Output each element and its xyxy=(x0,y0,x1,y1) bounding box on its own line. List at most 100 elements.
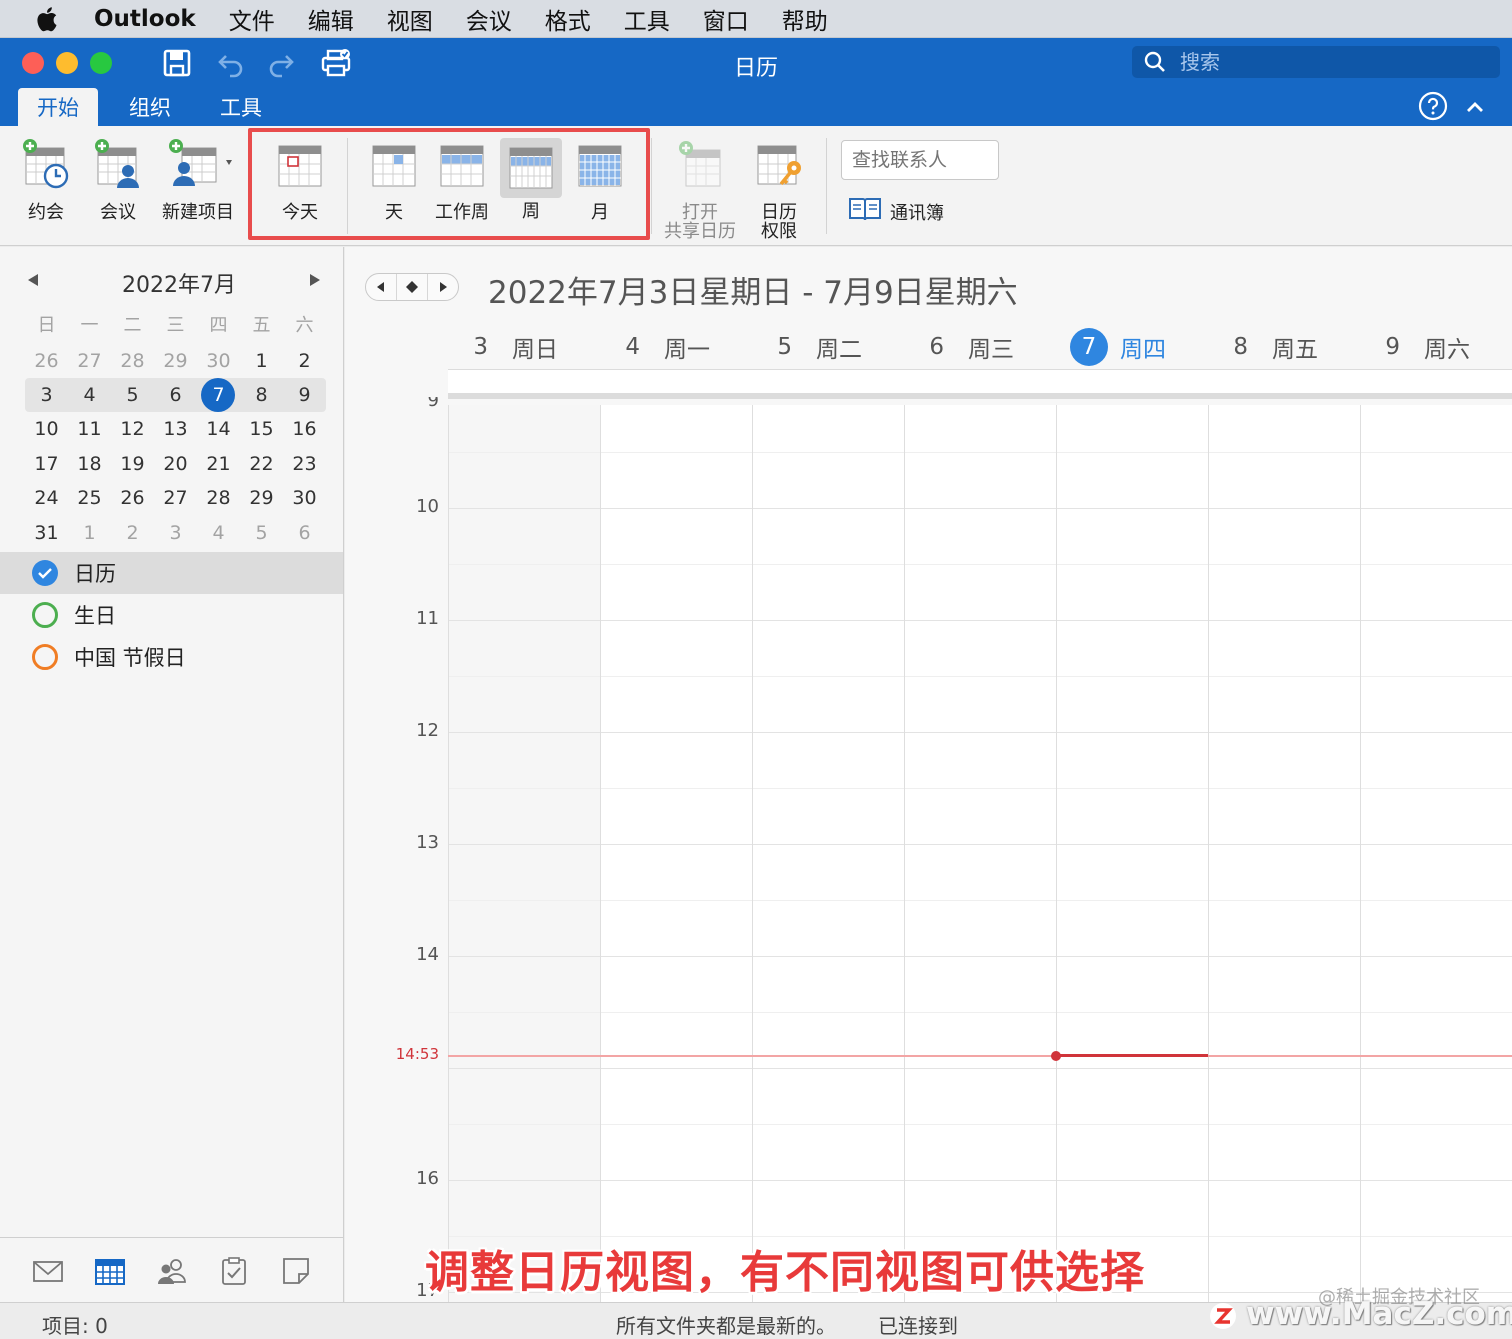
day-header[interactable]: 5 周二 xyxy=(752,325,904,369)
menu-file[interactable]: 文件 xyxy=(229,2,275,36)
mini-calendar-day[interactable]: 5 xyxy=(240,516,283,550)
menu-meeting[interactable]: 会议 xyxy=(466,2,512,36)
menu-view[interactable]: 视图 xyxy=(387,2,433,36)
new-appointment-button[interactable]: 约会 xyxy=(16,138,76,222)
mini-calendar-day[interactable]: 24 xyxy=(25,481,68,515)
mail-icon[interactable] xyxy=(32,1256,64,1286)
mini-calendar-today[interactable]: 7 xyxy=(197,377,240,412)
mini-calendar-day[interactable]: 11 xyxy=(68,412,111,446)
print-icon[interactable] xyxy=(320,48,351,78)
mini-calendar-day[interactable]: 5 xyxy=(111,378,154,412)
day-header[interactable]: 3 周日 xyxy=(448,325,600,369)
calendar-unchecked-icon[interactable] xyxy=(32,644,58,670)
mini-calendar-day[interactable]: 6 xyxy=(154,378,197,412)
close-window-button[interactable] xyxy=(22,52,44,74)
calendar-list-item[interactable]: 中国 节假日 xyxy=(0,636,343,678)
day-header[interactable]: 9 周六 xyxy=(1360,325,1512,369)
search-input[interactable] xyxy=(1180,50,1480,74)
mini-calendar-day[interactable]: 12 xyxy=(111,412,154,446)
find-contact-input[interactable] xyxy=(841,140,999,180)
save-icon[interactable] xyxy=(162,48,192,78)
mini-calendar-day[interactable]: 29 xyxy=(154,344,197,378)
next-week-button[interactable] xyxy=(428,274,458,300)
new-item-button[interactable]: 新建项目 xyxy=(158,138,238,222)
tasks-icon[interactable] xyxy=(218,1256,250,1286)
calendar-checked-icon[interactable] xyxy=(32,560,58,586)
tab-tools[interactable]: 工具 xyxy=(201,88,281,126)
mini-calendar-day[interactable]: 4 xyxy=(197,516,240,550)
mini-calendar-day[interactable]: 14 xyxy=(197,412,240,446)
previous-week-button[interactable] xyxy=(366,274,397,300)
mini-calendar-day[interactable]: 26 xyxy=(111,481,154,515)
mini-calendar-day[interactable]: 9 xyxy=(283,378,326,412)
day-header[interactable]: 8 周五 xyxy=(1208,325,1360,369)
redo-icon[interactable] xyxy=(266,48,296,78)
menu-app-name[interactable]: Outlook xyxy=(94,6,196,32)
calendar-list-item[interactable]: 生日 xyxy=(0,594,343,636)
menu-help[interactable]: 帮助 xyxy=(782,2,828,36)
tab-home[interactable]: 开始 xyxy=(18,88,98,126)
calendar-list-item[interactable]: 日历 xyxy=(0,552,343,594)
mini-calendar-day[interactable]: 29 xyxy=(240,481,283,515)
half-hour-line xyxy=(448,788,1512,790)
mini-calendar-day[interactable]: 22 xyxy=(240,447,283,481)
mini-calendar-day[interactable]: 28 xyxy=(111,344,154,378)
mini-calendar-day[interactable]: 26 xyxy=(25,344,68,378)
address-book-button[interactable]: 通讯簿 xyxy=(848,196,944,227)
mini-calendar-day[interactable]: 18 xyxy=(68,447,111,481)
mini-calendar-day[interactable]: 27 xyxy=(154,481,197,515)
mini-calendar-day[interactable]: 8 xyxy=(240,378,283,412)
undo-icon[interactable] xyxy=(216,48,246,78)
mini-calendar-day[interactable]: 23 xyxy=(283,447,326,481)
mini-calendar-day[interactable]: 31 xyxy=(25,516,68,550)
mini-calendar-day[interactable]: 3 xyxy=(25,378,68,412)
mini-calendar-day[interactable]: 6 xyxy=(283,516,326,550)
menu-format[interactable]: 格式 xyxy=(545,2,591,36)
tab-organize[interactable]: 组织 xyxy=(110,88,190,126)
calendar-unchecked-icon[interactable] xyxy=(32,602,58,628)
open-shared-calendar-button[interactable]: 打开 共享日历 xyxy=(660,138,740,241)
search-box[interactable] xyxy=(1132,46,1500,78)
day-header[interactable]: 7 周四 xyxy=(1056,325,1208,369)
menu-tools[interactable]: 工具 xyxy=(624,2,670,36)
all-day-row[interactable] xyxy=(448,369,1512,399)
mini-calendar-day-number: 4 xyxy=(212,521,225,544)
new-meeting-button[interactable]: 会议 xyxy=(88,138,148,222)
mini-calendar-day[interactable]: 2 xyxy=(111,516,154,550)
mini-calendar-day[interactable]: 4 xyxy=(68,378,111,412)
mini-calendar-day[interactable]: 19 xyxy=(111,447,154,481)
mini-calendar-day[interactable]: 13 xyxy=(154,412,197,446)
mini-calendar-day[interactable]: 15 xyxy=(240,412,283,446)
menu-edit[interactable]: 编辑 xyxy=(308,2,354,36)
mini-calendar-day[interactable]: 17 xyxy=(25,447,68,481)
go-to-today-button[interactable] xyxy=(397,274,428,300)
mini-calendar-day[interactable]: 20 xyxy=(154,447,197,481)
mini-calendar-day[interactable]: 3 xyxy=(154,516,197,550)
mini-calendar-day[interactable]: 28 xyxy=(197,481,240,515)
mini-calendar-day[interactable]: 27 xyxy=(68,344,111,378)
mini-calendar-day[interactable]: 1 xyxy=(240,344,283,378)
mini-calendar-day-number: 7 xyxy=(212,383,225,406)
mini-calendar-day[interactable]: 30 xyxy=(197,344,240,378)
menu-window[interactable]: 窗口 xyxy=(703,2,749,36)
mini-calendar-day[interactable]: 30 xyxy=(283,481,326,515)
people-icon[interactable] xyxy=(156,1256,188,1286)
day-header[interactable]: 6 周三 xyxy=(904,325,1056,369)
zoom-window-button[interactable] xyxy=(90,52,112,74)
apple-icon[interactable] xyxy=(32,5,60,33)
mini-calendar-day[interactable]: 21 xyxy=(197,447,240,481)
mini-calendar-day[interactable]: 25 xyxy=(68,481,111,515)
minimize-window-button[interactable] xyxy=(56,52,78,74)
help-icon[interactable] xyxy=(1418,91,1448,121)
calendar-module-icon[interactable] xyxy=(94,1256,126,1286)
mini-calendar-next-icon[interactable] xyxy=(306,271,324,289)
mini-calendar-day[interactable]: 2 xyxy=(283,344,326,378)
collapse-ribbon-icon[interactable] xyxy=(1464,96,1486,118)
notes-icon[interactable] xyxy=(280,1256,312,1286)
day-header[interactable]: 4 周一 xyxy=(600,325,752,369)
mini-calendar-day[interactable]: 1 xyxy=(68,516,111,550)
calendar-permissions-button[interactable]: 日历 权限 xyxy=(748,138,810,241)
mini-calendar-day[interactable]: 10 xyxy=(25,412,68,446)
mini-calendar-day[interactable]: 16 xyxy=(283,412,326,446)
time-grid[interactable] xyxy=(448,405,1512,1302)
